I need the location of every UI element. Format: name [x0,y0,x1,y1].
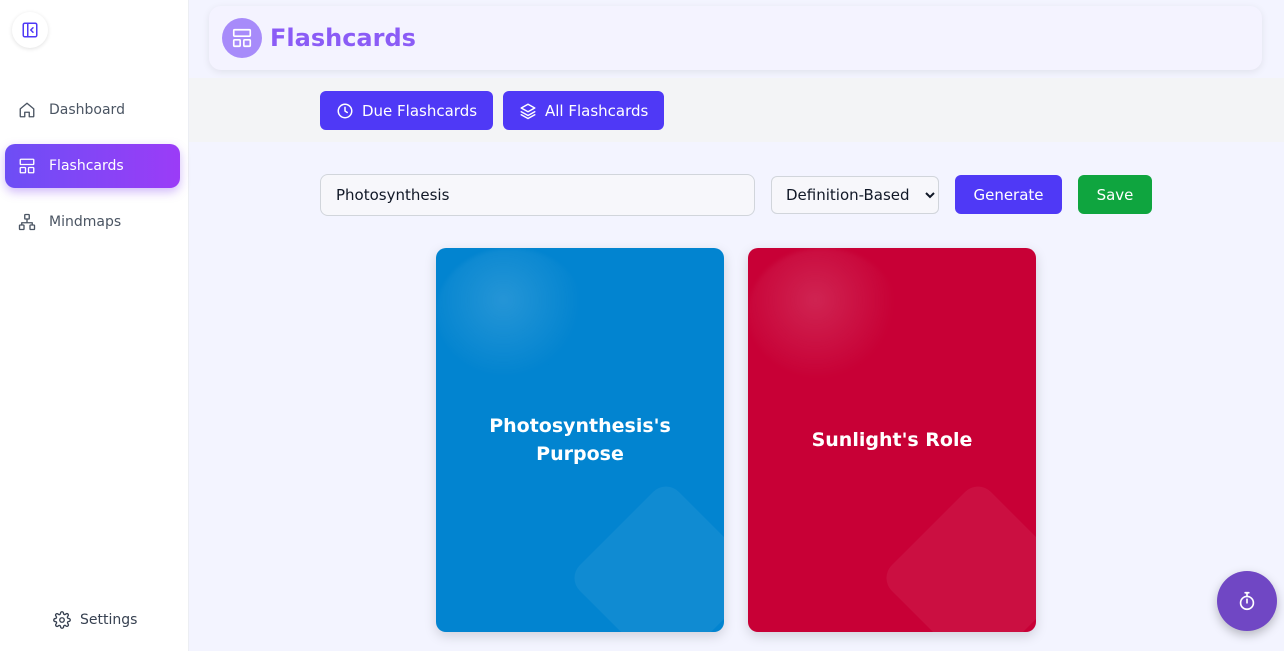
save-button[interactable]: Save [1078,175,1152,214]
sidebar-item-flashcards[interactable]: Flashcards [5,144,180,188]
card-diamond-decoration [567,479,724,632]
generate-button[interactable]: Generate [955,175,1062,214]
card-type-select[interactable]: Definition-Based [771,176,939,214]
sidebar-collapse-icon [22,22,38,38]
layout-icon [232,28,252,48]
sidebar-item-label: Mindmaps [49,214,122,230]
timer-button[interactable] [1217,571,1277,631]
clock-icon [336,102,354,120]
layers-icon [519,102,537,120]
sidebar-item-mindmaps[interactable]: Mindmaps [5,200,180,244]
tab-label: All Flashcards [545,101,649,120]
settings-link[interactable]: Settings [52,610,137,630]
card-glow-decoration [436,248,586,378]
sidebar: Dashboard Flashcards Mindmaps Settings [0,0,189,651]
sidebar-nav: Dashboard Flashcards Mindmaps [5,88,180,256]
sitemap-icon [17,212,37,232]
settings-label: Settings [80,612,138,628]
tab-all-flashcards[interactable]: All Flashcards [503,91,665,130]
card-diamond-decoration [879,479,1036,632]
flashcard[interactable]: Sunlight's Role [748,248,1036,632]
page-title: Flashcards [270,24,416,52]
sidebar-collapse-button[interactable] [12,12,48,48]
stopwatch-icon [1239,591,1255,611]
home-icon [17,100,37,120]
flashcard-text: Sunlight's Role [811,429,973,451]
tab-bar: Due Flashcards All Flashcards [189,78,1284,142]
gear-icon [52,610,72,630]
sidebar-item-label: Dashboard [49,102,125,118]
sidebar-item-label: Flashcards [49,158,124,174]
flashcard-text: Photosynthesis's Purpose [489,415,671,465]
page-header: Flashcards [209,6,1262,70]
card-glow-decoration [748,248,898,378]
flashcard[interactable]: Photosynthesis's Purpose [436,248,724,632]
header-logo [222,18,262,58]
topic-input[interactable] [320,174,755,216]
layout-icon [17,156,37,176]
tab-due-flashcards[interactable]: Due Flashcards [320,91,494,130]
sidebar-item-dashboard[interactable]: Dashboard [5,88,180,132]
tab-label: Due Flashcards [362,101,478,120]
